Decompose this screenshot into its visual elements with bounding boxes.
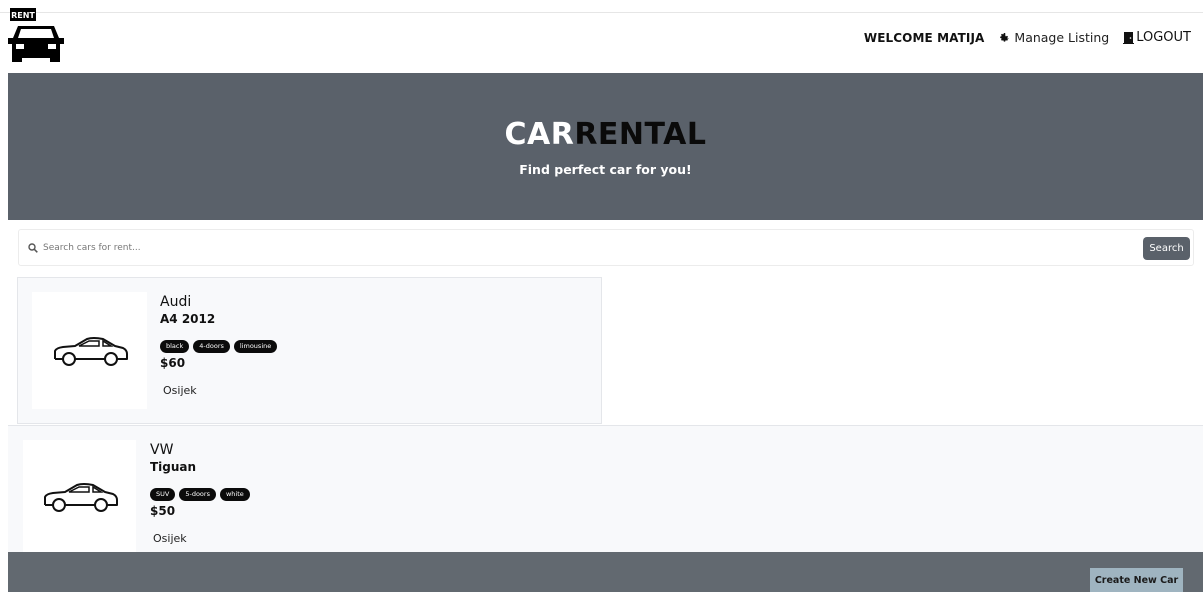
hero-title: CARRENTAL [8,117,1203,152]
car-model: Tiguan [150,460,197,474]
hero-banner: CARRENTAL Find perfect car for you! [8,73,1203,220]
car-thumbnail [32,292,147,409]
svg-text:RENT: RENT [11,11,35,20]
footer-bar: Create New Car [8,552,1203,592]
hero-title-car: CAR [504,117,575,152]
car-tag: 5-doors [179,488,216,501]
car-model: A4 2012 [160,312,216,326]
gear-icon [1000,32,1010,42]
car-tag: white [219,488,250,501]
car-thumbnail [23,440,136,553]
car-icon [43,482,118,512]
manage-listing-link[interactable]: Manage Listing [998,30,1109,45]
search-button[interactable]: Search [1143,237,1190,260]
car-tag: black [160,340,190,353]
car-make: VW [150,442,174,458]
hero-title-rental: RENTAL [574,117,707,152]
welcome-text: WELCOME MATIJA [863,30,985,45]
car-make: Audi [160,294,192,310]
search-bar: Search [18,229,1194,266]
car-tags: black 4-doors limousine [160,340,278,353]
hero-subtitle: Find perfect car for you! [519,162,692,177]
car-location: Osijek [153,531,187,545]
car-info: VW Tiguan SUV 5-doors white $50 Osijek [150,442,250,545]
logout-link[interactable]: LOGOUT [1123,30,1191,45]
car-location: Osijek [163,383,197,397]
car-tag: 4-doors [193,340,230,353]
search-input[interactable] [43,238,943,258]
car-tag: limousine [233,340,278,353]
door-icon [1123,31,1135,44]
create-new-car-button[interactable]: Create New Car [1090,568,1183,592]
manage-listing-label: Manage Listing [1014,30,1110,45]
car-info: Audi A4 2012 black 4-doors limousine $60… [160,294,278,397]
car-price: $50 [150,503,176,518]
car-price: $60 [160,355,186,370]
rent-car-logo-icon[interactable]: RENT [6,4,66,64]
search-icon [28,243,38,253]
car-card[interactable]: Audi A4 2012 black 4-doors limousine $60… [17,277,602,424]
car-tags: SUV 5-doors white [150,488,250,501]
car-card[interactable]: VW Tiguan SUV 5-doors white $50 Osijek [8,425,1203,553]
car-tag: SUV [150,488,176,501]
logout-label: LOGOUT [1136,30,1191,45]
navbar: RENT WELCOME MATIJA Manage Listing LOGOU… [0,0,1203,73]
car-icon [53,336,128,366]
